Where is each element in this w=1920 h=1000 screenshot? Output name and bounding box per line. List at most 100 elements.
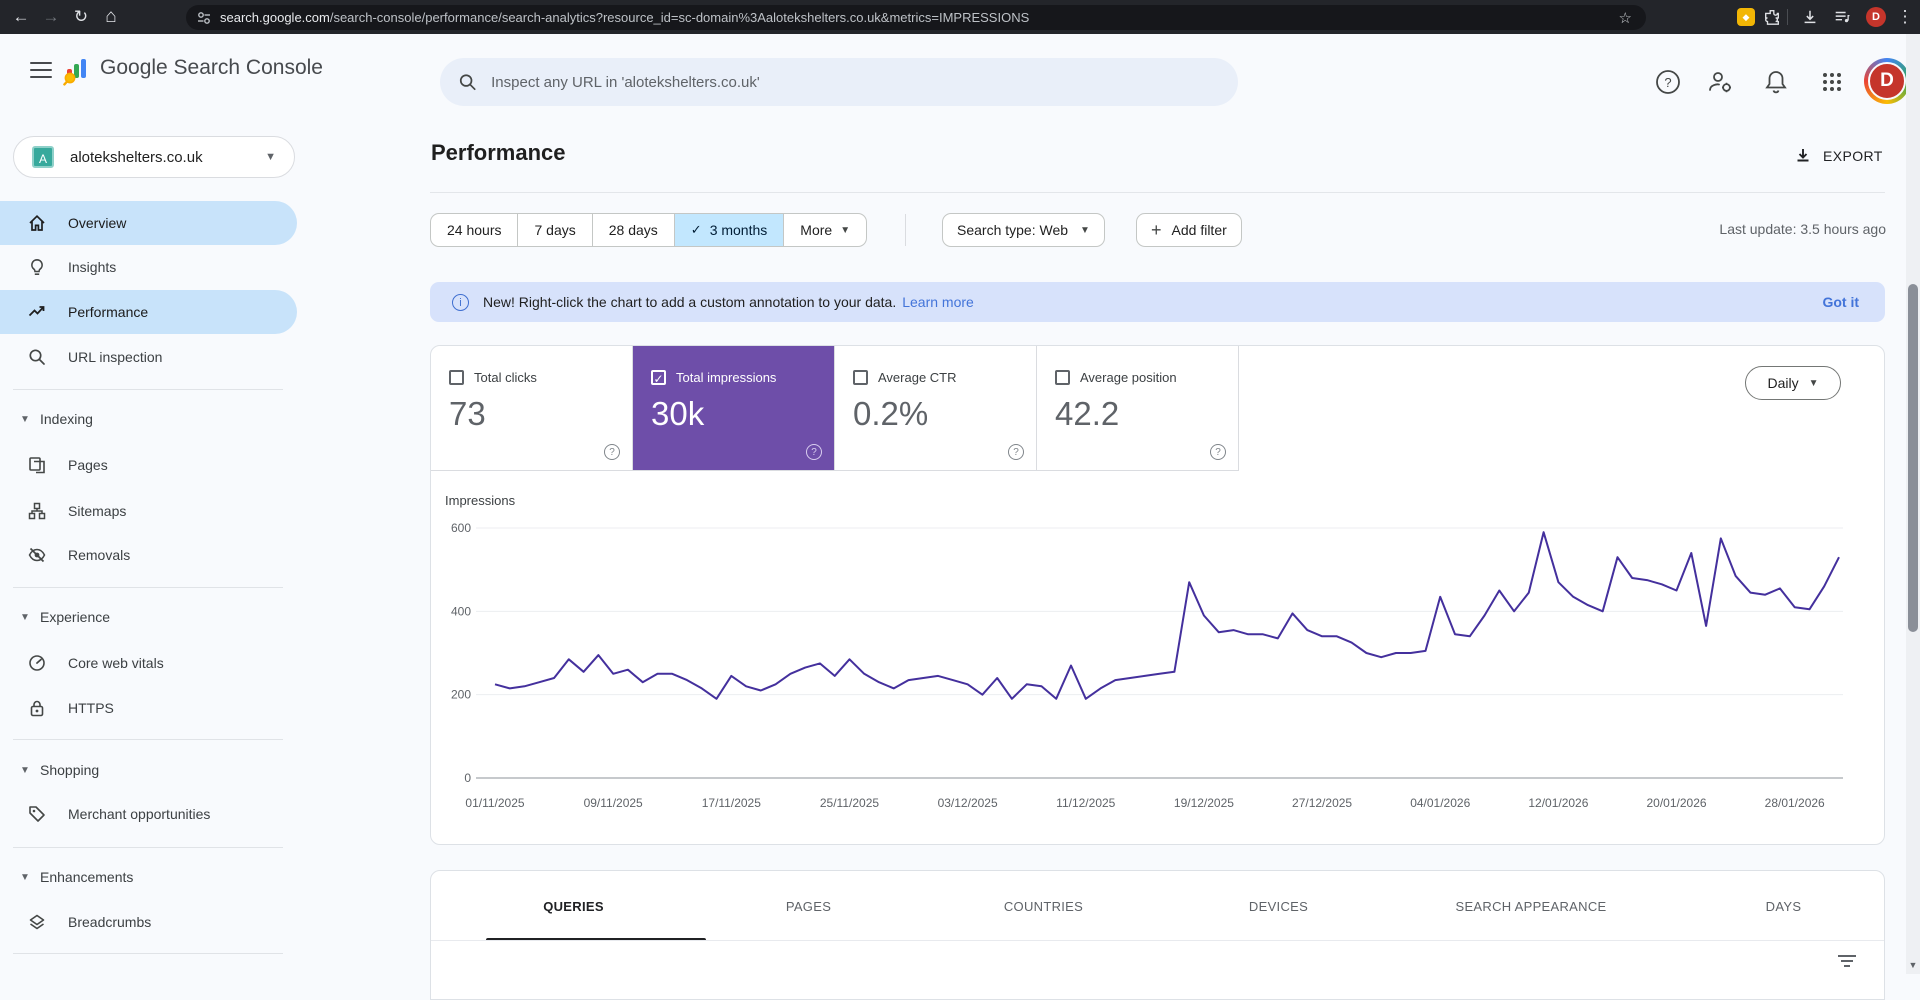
- page-scrollbar[interactable]: ▼: [1906, 34, 1920, 974]
- sidebar-item-performance[interactable]: Performance: [0, 290, 297, 334]
- notifications-bell-icon[interactable]: [1760, 66, 1792, 98]
- google-apps-grid-icon[interactable]: [1816, 66, 1848, 98]
- sidebar-section-experience[interactable]: ▼ Experience: [0, 597, 297, 637]
- browser-profile-avatar[interactable]: D: [1866, 7, 1886, 27]
- browser-back-icon[interactable]: ←: [6, 7, 36, 27]
- search-input[interactable]: [491, 74, 1220, 91]
- sidebar-item-https[interactable]: HTTPS: [0, 686, 297, 730]
- eye-off-icon: [27, 545, 47, 565]
- search-icon: [458, 72, 477, 92]
- property-domain: alotekshelters.co.uk: [70, 149, 265, 166]
- sidebar-item-breadcrumbs[interactable]: Breadcrumbs: [0, 900, 297, 944]
- media-controls-icon[interactable]: [1833, 8, 1851, 26]
- checkbox-unchecked[interactable]: [853, 370, 868, 385]
- address-bar[interactable]: search.google.com/search-console/perform…: [186, 5, 1646, 30]
- tab-days[interactable]: DAYS: [1666, 871, 1901, 941]
- sidebar-item-insights[interactable]: Insights: [0, 245, 297, 289]
- sidebar-divider: [13, 739, 283, 740]
- sidebar-item-removals[interactable]: Removals: [0, 533, 297, 577]
- help-icon[interactable]: ?: [604, 444, 620, 460]
- chip-28-days[interactable]: 28 days: [593, 213, 675, 247]
- sidebar-item-merchant-opportunities[interactable]: Merchant opportunities: [0, 792, 297, 836]
- sidebar-section-indexing[interactable]: ▼ Indexing: [0, 399, 297, 439]
- sidebar-item-pages[interactable]: Pages: [0, 443, 297, 487]
- extensions-puzzle-icon[interactable]: [1763, 8, 1781, 26]
- metric-label: Average position: [1080, 370, 1177, 385]
- sidebar-item-overview[interactable]: Overview: [0, 201, 297, 245]
- sidebar-item-label: Performance: [68, 304, 148, 320]
- y-axis-tick-label: 0: [464, 771, 471, 785]
- checkbox-unchecked[interactable]: [1055, 370, 1070, 385]
- download-icon: [1793, 146, 1813, 166]
- chip-3-months[interactable]: ✓3 months: [675, 213, 785, 247]
- total-clicks-card[interactable]: Total clicks 73 ?: [431, 346, 633, 471]
- y-axis-tick-label: 600: [451, 521, 471, 535]
- granularity-dropdown[interactable]: Daily ▼: [1745, 366, 1841, 400]
- help-icon[interactable]: ?: [1008, 444, 1024, 460]
- tab-countries[interactable]: COUNTRIES: [926, 871, 1161, 941]
- chip-label: More: [800, 222, 832, 238]
- scrollbar-down-arrow[interactable]: ▼: [1908, 960, 1918, 970]
- downloads-icon[interactable]: [1801, 8, 1819, 26]
- help-icon[interactable]: ?: [1210, 444, 1226, 460]
- sidebar-divider: [13, 389, 283, 390]
- banner-message: New! Right-click the chart to add a cust…: [483, 294, 896, 310]
- browser-menu-icon[interactable]: ⋮: [1894, 7, 1916, 27]
- home-icon: [27, 213, 47, 233]
- export-button[interactable]: EXPORT: [1793, 146, 1883, 166]
- hamburger-menu-icon[interactable]: [30, 62, 52, 78]
- tab-devices[interactable]: DEVICES: [1161, 871, 1396, 941]
- x-axis-tick-label: 01/11/2025: [465, 796, 524, 810]
- sidebar-item-url-inspection[interactable]: URL inspection: [0, 335, 297, 379]
- tab-search-appearance[interactable]: SEARCH APPEARANCE: [1396, 871, 1666, 941]
- sidebar-item-sitemaps[interactable]: Sitemaps: [0, 489, 297, 533]
- browser-reload-icon[interactable]: ↻: [66, 7, 96, 27]
- help-icon[interactable]: ?: [806, 444, 822, 460]
- tab-label: COUNTRIES: [1004, 899, 1083, 914]
- tab-label: QUERIES: [543, 899, 604, 914]
- chip-24-hours[interactable]: 24 hours: [430, 213, 518, 247]
- search-type-button[interactable]: Search type: Web ▼: [942, 213, 1105, 247]
- plus-icon: +: [1151, 220, 1162, 241]
- page-title: Performance: [431, 140, 566, 166]
- average-ctr-card[interactable]: Average CTR 0.2% ?: [835, 346, 1037, 471]
- tab-label: DEVICES: [1249, 899, 1308, 914]
- average-position-card[interactable]: Average position 42.2 ?: [1037, 346, 1239, 471]
- url-text[interactable]: search.google.com/search-console/perform…: [220, 10, 1615, 25]
- section-title: Experience: [40, 609, 110, 625]
- got-it-button[interactable]: Got it: [1822, 294, 1859, 310]
- scrollbar-thumb[interactable]: [1908, 284, 1918, 632]
- property-selector[interactable]: A alotekshelters.co.uk ▼: [13, 136, 295, 178]
- filter-list-icon[interactable]: [1838, 955, 1856, 970]
- search-type-label: Search type: Web: [957, 222, 1068, 238]
- metric-value: 42.2: [1055, 395, 1238, 433]
- add-filter-button[interactable]: + Add filter: [1136, 213, 1242, 247]
- chip-label: 3 months: [710, 222, 768, 238]
- extension-icon-yellow[interactable]: ◆: [1737, 8, 1755, 26]
- tab-label: SEARCH APPEARANCE: [1455, 899, 1606, 914]
- sidebar-section-shopping[interactable]: ▼ Shopping: [0, 750, 297, 790]
- browser-forward-icon[interactable]: →: [36, 7, 66, 27]
- sitemap-icon: [27, 501, 47, 521]
- account-avatar[interactable]: D: [1864, 58, 1910, 104]
- sidebar-item-label: HTTPS: [68, 700, 114, 716]
- sidebar-section-enhancements[interactable]: ▼ Enhancements: [0, 857, 297, 897]
- add-filter-label: Add filter: [1172, 222, 1227, 238]
- checkbox-unchecked[interactable]: [449, 370, 464, 385]
- impressions-line-chart[interactable]: 0200400600Impressions01/11/202509/11/202…: [431, 489, 1884, 834]
- chip-more[interactable]: More▼: [784, 213, 867, 247]
- tab-queries[interactable]: QUERIES: [456, 871, 691, 941]
- total-impressions-card[interactable]: ✓ Total impressions 30k ?: [633, 346, 835, 471]
- chip-label: 24 hours: [447, 222, 501, 238]
- sidebar-item-core-web-vitals[interactable]: Core web vitals: [0, 641, 297, 685]
- checkbox-checked[interactable]: ✓: [651, 370, 666, 385]
- chip-7-days[interactable]: 7 days: [518, 213, 592, 247]
- url-inspect-searchbox[interactable]: [440, 58, 1238, 106]
- site-info-icon[interactable]: [196, 10, 212, 26]
- help-icon[interactable]: ?: [1652, 66, 1684, 98]
- user-settings-icon[interactable]: [1705, 66, 1737, 98]
- browser-home-icon[interactable]: ⌂: [96, 6, 126, 28]
- learn-more-link[interactable]: Learn more: [902, 294, 974, 310]
- tab-pages[interactable]: PAGES: [691, 871, 926, 941]
- bookmark-star-icon[interactable]: ☆: [1615, 9, 1636, 27]
